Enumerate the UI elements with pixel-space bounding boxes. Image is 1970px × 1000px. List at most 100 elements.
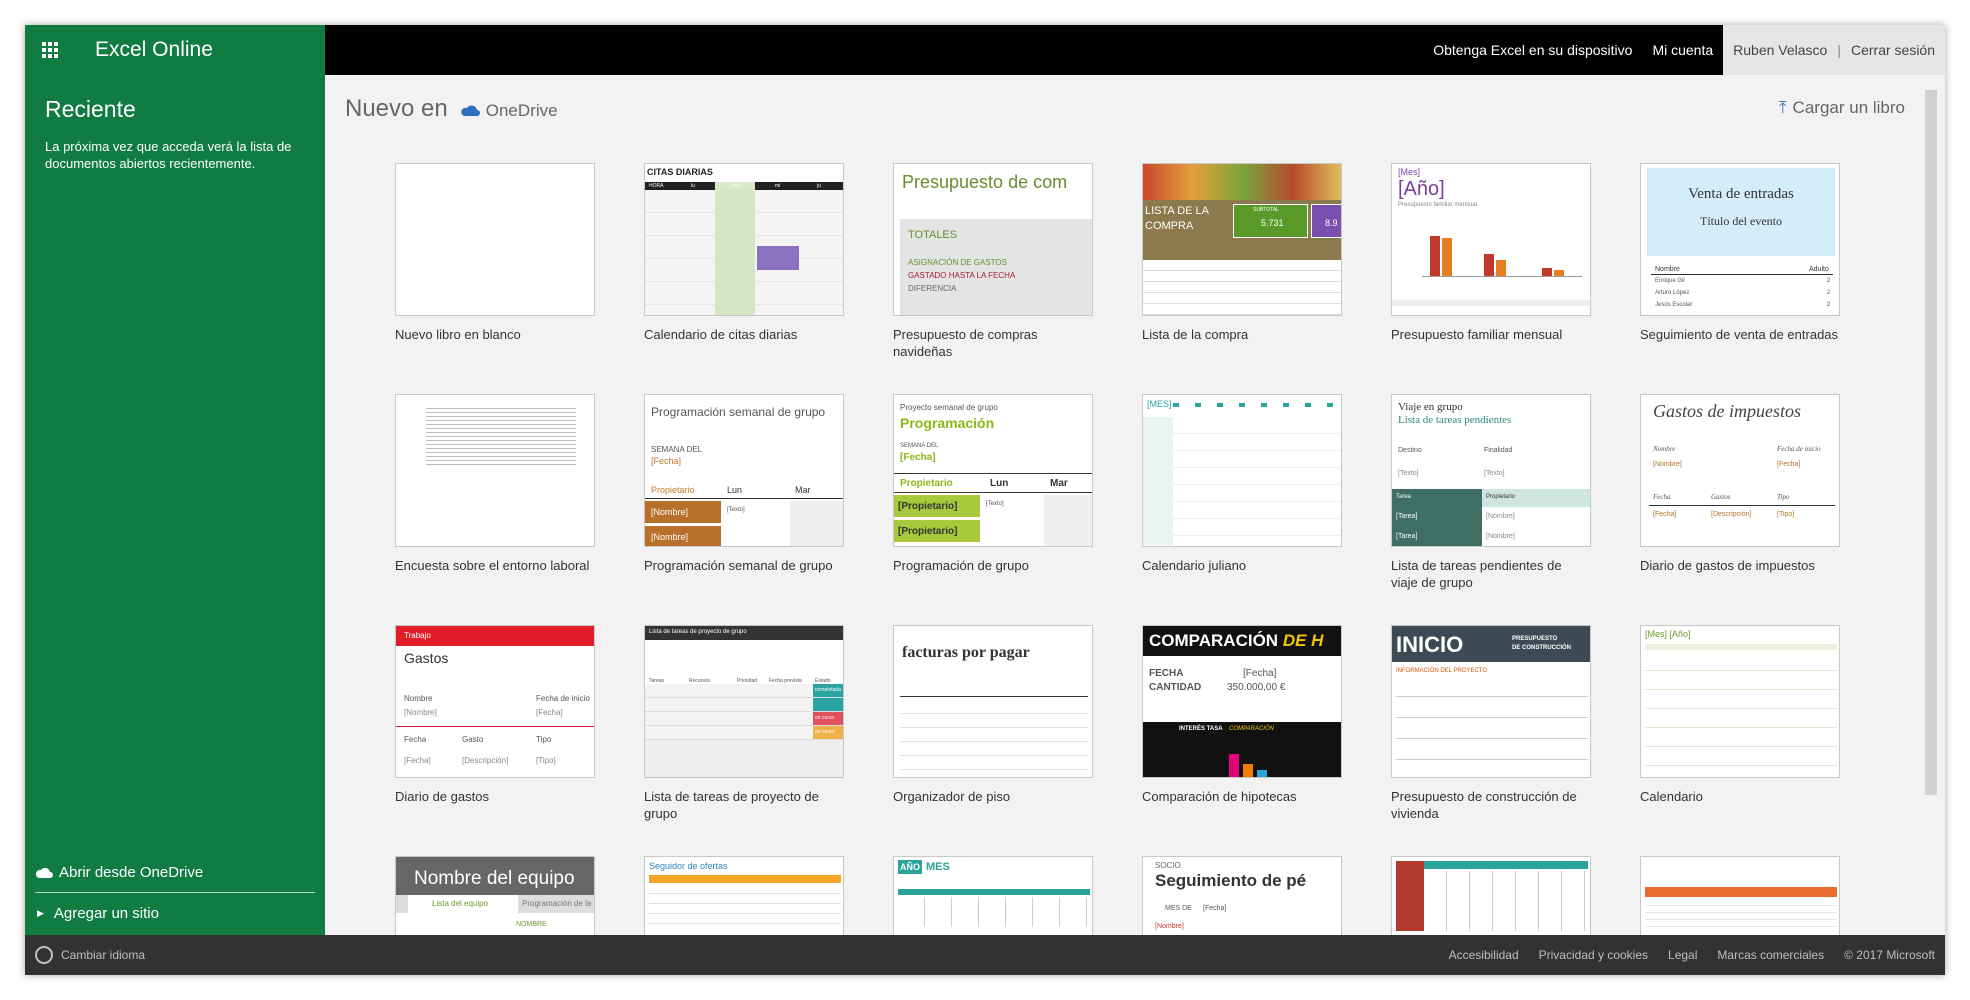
thumb-title: CITAS DIARIAS <box>647 167 713 177</box>
template-tile[interactable]: Presupuesto de com TOTALES ASIGNACIÓN DE… <box>893 163 1093 360</box>
app-name[interactable]: Excel Online <box>95 38 213 62</box>
template-label: Diario de gastos <box>395 789 489 804</box>
template-thumbnail: [Mes] [Año] Presupuesto familiar mensual <box>1391 163 1591 316</box>
template-tile[interactable]: Seguidor de ofertas <box>644 856 844 935</box>
template-tile[interactable]: Viaje en grupo Lista de tareas pendiente… <box>1391 394 1591 591</box>
template-thumbnail <box>1640 856 1840 935</box>
footer-link-legal[interactable]: Legal <box>1668 948 1697 962</box>
footer-copyright: © 2017 Microsoft <box>1844 948 1935 962</box>
template-thumbnail: COMPARACIÓN DE H FECHA [Fecha] CANTIDAD … <box>1142 625 1342 778</box>
add-site-link[interactable]: ▶ Agregar un sitio <box>25 897 325 929</box>
template-thumbnail: Trabajo Gastos Nombre Fecha de inicio [N… <box>395 625 595 778</box>
upload-workbook-button[interactable]: ⤒ Cargar un libro <box>1779 98 1905 118</box>
template-tile[interactable]: INICIO PRESUPUESTO DE CONSTRUCCIÓN INFOR… <box>1391 625 1591 822</box>
template-tile[interactable]: AÑO MES <box>893 856 1093 935</box>
template-thumbnail: facturas por pagar <box>893 625 1093 778</box>
template-label: Encuesta sobre el entorno laboral <box>395 558 590 573</box>
brand-bar: Excel Online <box>25 25 325 75</box>
template-thumbnail: LISTA DE LA COMPRA SUBTOTAL 5.731 8.9 <box>1142 163 1342 316</box>
template-label: Lista de tareas pendientes de viaje de g… <box>1391 558 1562 590</box>
template-tile[interactable]: Lista de tareas de proyecto de grupo Tar… <box>644 625 844 822</box>
template-tile[interactable]: Venta de entradas Título del evento Nomb… <box>1640 163 1840 343</box>
new-in-label: Nuevo en <box>345 95 448 122</box>
cloud-icon <box>35 867 53 878</box>
open-from-onedrive-label: Abrir desde OneDrive <box>59 863 204 881</box>
footer-link-privacy[interactable]: Privacidad y cookies <box>1539 948 1648 962</box>
template-thumbnail: Nombre del equipo Lista del equipo Progr… <box>395 856 595 935</box>
onedrive-location[interactable]: OneDrive <box>460 101 558 121</box>
sidebar: Excel Online Reciente La próxima vez que… <box>25 25 325 935</box>
user-name[interactable]: Ruben Velasco <box>1733 42 1827 58</box>
template-tile[interactable]: COMPARACIÓN DE H FECHA [Fecha] CANTIDAD … <box>1142 625 1342 805</box>
template-tile[interactable]: Nombre del equipo Lista del equipo Progr… <box>395 856 595 935</box>
onedrive-label: OneDrive <box>485 100 558 120</box>
template-tile[interactable]: SOCIO Seguimiento de pé MES DE [Fecha] [… <box>1142 856 1342 935</box>
footer: Cambiar idioma Accesibilidad Privacidad … <box>25 935 1945 975</box>
template-tile[interactable]: Encuesta sobre el entorno laboral <box>395 394 595 574</box>
template-thumbnail: Venta de entradas Título del evento Nomb… <box>1640 163 1840 316</box>
my-account-link[interactable]: Mi cuenta <box>1642 25 1723 75</box>
template-thumbnail: INICIO PRESUPUESTO DE CONSTRUCCIÓN INFOR… <box>1391 625 1591 778</box>
sidebar-divider <box>35 892 315 893</box>
template-label: Lista de la compra <box>1142 327 1249 342</box>
recent-description: La próxima vez que acceda verá la lista … <box>45 139 292 171</box>
sidebar-bottom: Abrir desde OneDrive ▶ Agregar un sitio <box>25 856 325 935</box>
template-thumbnail <box>395 394 595 547</box>
template-tile[interactable] <box>1391 856 1591 935</box>
template-thumbnail: CITAS DIARIAS HORA lu ma mi ju <box>644 163 844 316</box>
template-thumbnail: Seguidor de ofertas <box>644 856 844 935</box>
change-language-link[interactable]: Cambiar idioma <box>35 946 145 964</box>
template-label: Presupuesto de construcción de vivienda <box>1391 789 1577 821</box>
template-thumbnail: Viaje en grupo Lista de tareas pendiente… <box>1391 394 1591 547</box>
user-area: Ruben Velasco | Cerrar sesión <box>1723 25 1945 75</box>
template-tile[interactable] <box>1640 856 1840 935</box>
template-tile[interactable]: Proyecto semanal de grupo Programación S… <box>893 394 1093 574</box>
template-thumbnail: SOCIO Seguimiento de pé MES DE [Fecha] [… <box>1142 856 1342 935</box>
template-tile[interactable]: Programación semanal de grupo SEMANA DEL… <box>644 394 844 574</box>
template-label: Organizador de piso <box>893 789 1011 804</box>
template-label: Seguimiento de venta de entradas <box>1640 327 1839 342</box>
open-from-onedrive-link[interactable]: Abrir desde OneDrive <box>25 856 325 888</box>
vertical-scrollbar[interactable] <box>1925 90 1937 795</box>
template-label: Diario de gastos de impuestos <box>1640 558 1815 573</box>
template-thumbnail: [Mes] [Año] <box>1640 625 1840 778</box>
template-label: Programación de grupo <box>893 558 1029 573</box>
footer-link-trademarks[interactable]: Marcas comerciales <box>1717 948 1824 962</box>
template-label: Calendario <box>1640 789 1703 804</box>
app-window: Excel Online Reciente La próxima vez que… <box>25 25 1945 975</box>
template-label: Nuevo libro en blanco <box>395 327 521 342</box>
template-tile[interactable]: [Mes] [Año] Presupuesto familiar mensual… <box>1391 163 1591 343</box>
template-thumbnail: AÑO MES <box>893 856 1093 935</box>
sign-out-link[interactable]: Cerrar sesión <box>1851 42 1935 58</box>
globe-icon <box>35 946 53 964</box>
recent-title: Reciente <box>45 96 136 122</box>
template-label: Presupuesto familiar mensual <box>1391 327 1563 342</box>
template-tile[interactable]: Nuevo libro en blanco <box>395 163 595 343</box>
footer-links: Accesibilidad Privacidad y cookies Legal… <box>1449 948 1945 962</box>
template-thumbnail: Presupuesto de com TOTALES ASIGNACIÓN DE… <box>893 163 1093 316</box>
template-tile[interactable]: CITAS DIARIAS HORA lu ma mi ju Calendari… <box>644 163 844 343</box>
template-tile[interactable]: Trabajo Gastos Nombre Fecha de inicio [N… <box>395 625 595 805</box>
template-label: Calendario juliano <box>1142 558 1247 573</box>
template-tile[interactable]: [Mes] [Año] Calendario <box>1640 625 1840 805</box>
top-bar: Obtenga Excel en su dispositivo Mi cuent… <box>325 25 1945 75</box>
template-tile[interactable]: Gastos de impuestos Nombre Fecha de inic… <box>1640 394 1840 574</box>
onedrive-cloud-icon <box>460 105 480 116</box>
template-tile[interactable]: [MES] Calendario juliano <box>1142 394 1342 574</box>
template-thumbnail: Programación semanal de grupo SEMANA DEL… <box>644 394 844 547</box>
new-in-heading: Nuevo en OneDrive <box>345 95 558 123</box>
template-thumbnail: Lista de tareas de proyecto de grupo Tar… <box>644 625 844 778</box>
template-thumbnail: [MES] <box>1142 394 1342 547</box>
change-language-label: Cambiar idioma <box>61 948 146 962</box>
template-tile[interactable]: LISTA DE LA COMPRA SUBTOTAL 5.731 8.9 Li… <box>1142 163 1342 343</box>
template-tile[interactable]: facturas por pagar Organizador de piso <box>893 625 1093 805</box>
upload-label: Cargar un libro <box>1792 98 1905 117</box>
footer-link-accessibility[interactable]: Accesibilidad <box>1449 948 1519 962</box>
get-excel-link[interactable]: Obtenga Excel en su dispositivo <box>1423 25 1642 75</box>
template-label: Comparación de hipotecas <box>1142 789 1297 804</box>
template-label: Calendario de citas diarias <box>644 327 798 342</box>
template-label: Lista de tareas de proyecto de grupo <box>644 789 819 821</box>
template-thumbnail <box>395 163 595 316</box>
add-site-label: Agregar un sitio <box>53 904 159 922</box>
app-launcher-icon[interactable] <box>25 25 75 75</box>
